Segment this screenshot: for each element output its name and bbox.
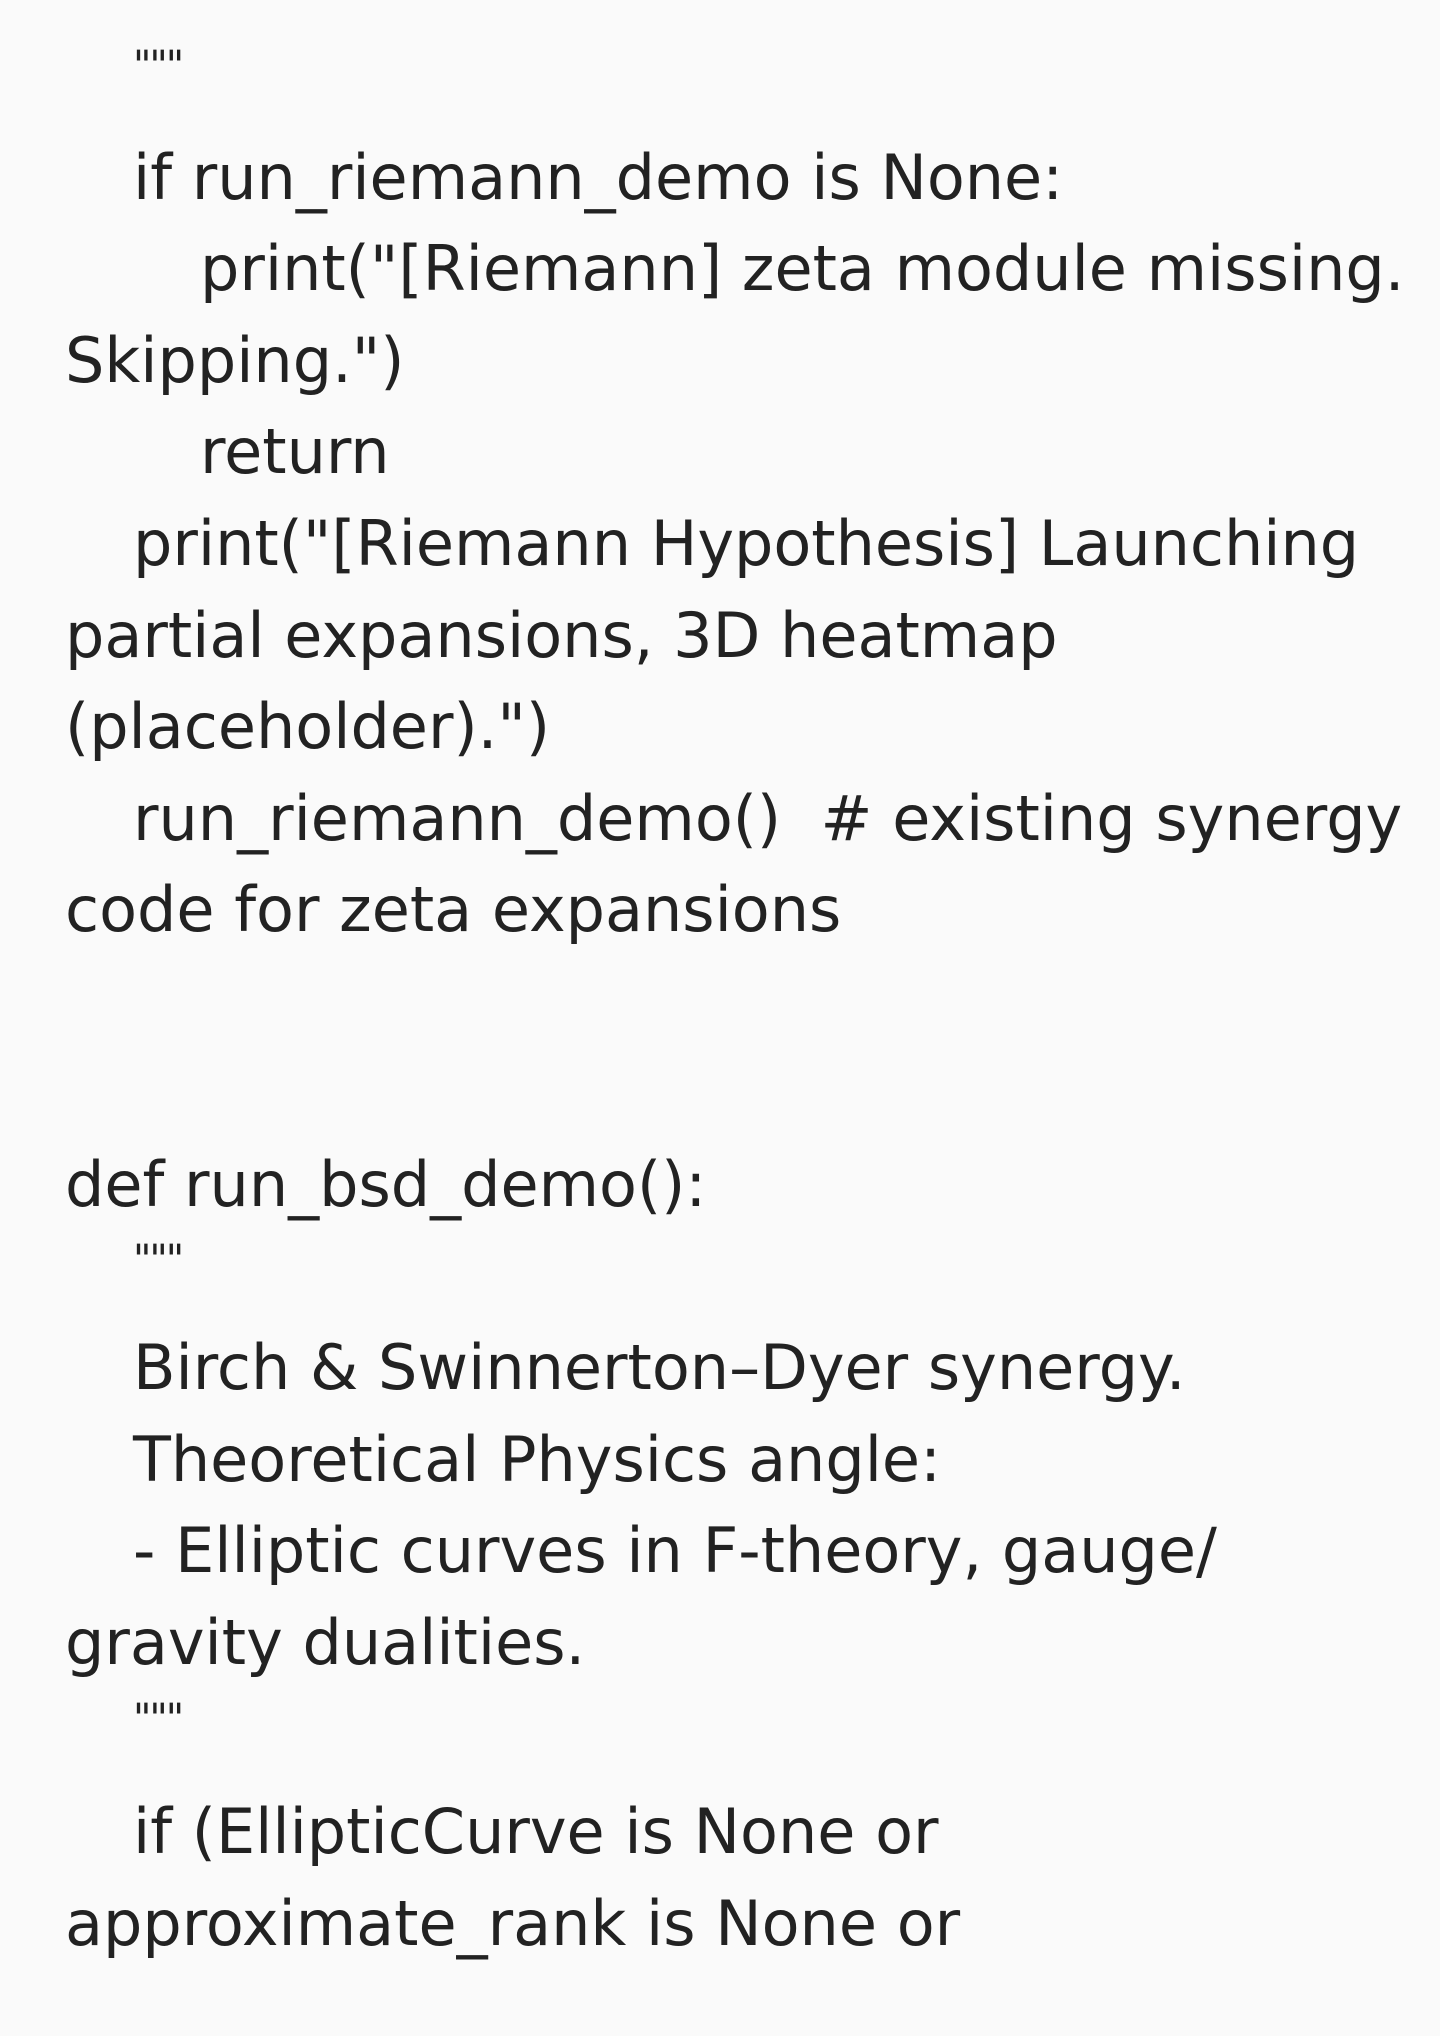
code-line-approximate-rank: approximate_rank is None or [65, 1887, 961, 1960]
code-line-if-elliptic: if (EllipticCurve is None or [133, 1795, 939, 1868]
docstring-line-physics: Theoretical Physics angle: [133, 1423, 941, 1496]
docstring-line-gravity: gravity dualities. [65, 1606, 586, 1679]
code-line-partial-expansions: partial expansions, 3D heatmap [65, 599, 1058, 672]
docstring-open-quote-bsd: """ [133, 1237, 184, 1283]
code-line-if-riemann: if run_riemann_demo is None: [133, 141, 1064, 214]
code-document: """ if run_riemann_demo is None: print("… [0, 0, 1440, 2036]
docstring-line-elliptic: - Elliptic curves in F-theory, gauge/ [133, 1514, 1217, 1587]
code-line-skipping: Skipping.") [65, 324, 405, 397]
code-line-print-launching: print("[Riemann Hypothesis] Launching [133, 507, 1360, 580]
code-line-run-riemann: run_riemann_demo() # existing synergy [133, 782, 1403, 855]
docstring-line-birch: Birch & Swinnerton–Dyer synergy. [133, 1331, 1186, 1404]
code-line-return: return [200, 415, 390, 488]
code-line-placeholder: (placeholder).") [65, 690, 551, 763]
docstring-open-quote: """ [133, 43, 184, 89]
code-line-def-bsd: def run_bsd_demo(): [65, 1148, 707, 1221]
code-line-print-missing: print("[Riemann] zeta module missing. [200, 232, 1405, 305]
docstring-close-quote-bsd: """ [133, 1696, 184, 1742]
code-line-zeta-comment: code for zeta expansions [65, 873, 842, 946]
